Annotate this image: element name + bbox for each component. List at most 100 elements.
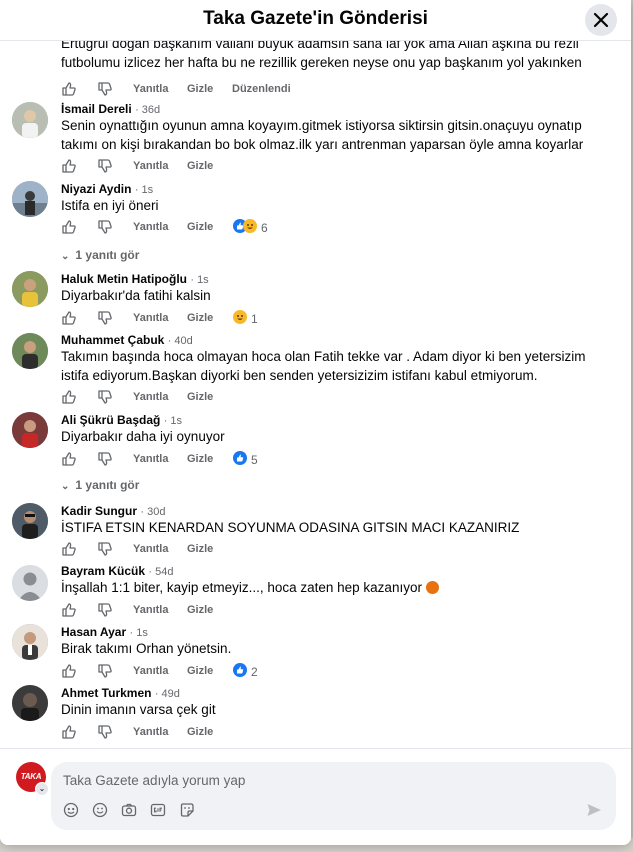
comment-author[interactable]: Haluk Metin Hatipoğlu · 1s: [61, 272, 209, 286]
like-icon[interactable]: [61, 389, 77, 405]
comment-author[interactable]: Ali Şükrü Başdağ · 1s: [61, 413, 182, 427]
reply-button[interactable]: Yanıtla: [133, 312, 168, 324]
like-reaction-icon: [233, 663, 247, 677]
sticker-icon[interactable]: [179, 802, 195, 818]
dislike-icon[interactable]: [97, 451, 113, 467]
chevron-down-icon[interactable]: ⌄: [35, 782, 49, 796]
author-name[interactable]: Bayram Kücük: [61, 564, 145, 578]
view-replies-button[interactable]: ⌄ 1 yanıtı gör: [61, 478, 139, 492]
hide-button[interactable]: Gizle: [187, 726, 213, 738]
reactions-count[interactable]: 1: [251, 312, 258, 326]
reply-button[interactable]: Yanıtla: [133, 726, 168, 738]
dislike-icon[interactable]: [97, 310, 113, 326]
comment-text: Dinin imanın varsa çek git: [61, 702, 216, 717]
comment-author[interactable]: Muhammet Çabuk · 40d: [61, 333, 193, 347]
comment-time[interactable]: · 36d: [135, 104, 160, 116]
like-icon[interactable]: [61, 81, 77, 97]
comment-text: İSTIFA ETSIN KENARDAN SOYUNMA ODASINA GI…: [61, 520, 520, 535]
author-name[interactable]: İsmail Dereli: [61, 102, 132, 116]
hide-button[interactable]: Gizle: [187, 221, 213, 233]
reply-button[interactable]: Yanıtla: [133, 221, 168, 233]
like-icon[interactable]: [61, 663, 77, 679]
dislike-icon[interactable]: [97, 389, 113, 405]
author-name[interactable]: Ahmet Turkmen: [61, 686, 151, 700]
reply-button[interactable]: Yanıtla: [133, 543, 168, 555]
gif-icon[interactable]: [150, 802, 166, 818]
camera-icon[interactable]: [121, 802, 137, 818]
avatar[interactable]: [12, 503, 48, 539]
reactions-count[interactable]: 5: [251, 453, 258, 467]
comment-author[interactable]: Bayram Kücük · 54d: [61, 564, 173, 578]
comment-time[interactable]: · 54d: [148, 566, 173, 578]
comment-time[interactable]: · 40d: [168, 335, 193, 347]
comment-time[interactable]: · 1s: [164, 415, 182, 427]
reactions-count[interactable]: 2: [251, 665, 258, 679]
reply-button[interactable]: Yanıtla: [133, 391, 168, 403]
reply-button[interactable]: Yanıtla: [133, 160, 168, 172]
hide-button[interactable]: Gizle: [187, 312, 213, 324]
comment-time[interactable]: · 1s: [190, 274, 208, 286]
comment-actions: Yanıtla Gizle: [61, 389, 461, 405]
hide-button[interactable]: Gizle: [187, 453, 213, 465]
dislike-icon[interactable]: [97, 219, 113, 235]
comment-actions: Yanıtla Gizle 1: [61, 310, 461, 326]
comment-author[interactable]: Hasan Ayar · 1s: [61, 625, 148, 639]
dislike-icon[interactable]: [97, 81, 113, 97]
author-name[interactable]: Hasan Ayar: [61, 625, 126, 639]
author-name[interactable]: Kadir Sungur: [61, 504, 137, 518]
emoji-icon[interactable]: [92, 802, 108, 818]
like-icon[interactable]: [61, 602, 77, 618]
avatar[interactable]: [12, 565, 48, 601]
close-button[interactable]: [585, 4, 617, 36]
comment-actions: Yanıtla Gizle Düzenlendi: [61, 81, 461, 97]
comment-time[interactable]: · 30d: [140, 506, 165, 518]
avatar[interactable]: [12, 271, 48, 307]
edited-label: Düzenlendi: [232, 83, 291, 95]
avatar[interactable]: [12, 412, 48, 448]
author-name[interactable]: Niyazi Aydin: [61, 182, 131, 196]
dislike-icon[interactable]: [97, 663, 113, 679]
comment-author[interactable]: Niyazi Aydin · 1s: [61, 182, 153, 196]
comment-author[interactable]: İsmail Dereli · 36d: [61, 102, 160, 116]
comment-time[interactable]: · 49d: [155, 688, 180, 700]
author-name[interactable]: Haluk Metin Hatipoğlu: [61, 272, 187, 286]
like-icon[interactable]: [61, 310, 77, 326]
comment-time[interactable]: · 1s: [130, 627, 148, 639]
comment-input[interactable]: [61, 768, 585, 792]
hide-button[interactable]: Gizle: [187, 391, 213, 403]
reactions-count[interactable]: 6: [261, 221, 268, 235]
avatar[interactable]: [12, 685, 48, 721]
comment-author[interactable]: Kadir Sungur · 30d: [61, 504, 165, 518]
view-replies-button[interactable]: ⌄ 1 yanıtı gör: [61, 248, 139, 262]
dislike-icon[interactable]: [97, 724, 113, 740]
reply-button[interactable]: Yanıtla: [133, 604, 168, 616]
hide-button[interactable]: Gizle: [187, 543, 213, 555]
like-icon[interactable]: [61, 158, 77, 174]
author-name[interactable]: Ali Şükrü Başdağ: [61, 413, 160, 427]
like-icon[interactable]: [61, 219, 77, 235]
dislike-icon[interactable]: [97, 158, 113, 174]
like-icon[interactable]: [61, 724, 77, 740]
hide-button[interactable]: Gizle: [187, 160, 213, 172]
reply-button[interactable]: Yanıtla: [133, 665, 168, 677]
hide-button[interactable]: Gizle: [187, 665, 213, 677]
comments-list[interactable]: Ertuğrul doğan başkanım vallahi büyük ad…: [0, 41, 631, 747]
avatar[interactable]: [12, 624, 48, 660]
author-name[interactable]: Muhammet Çabuk: [61, 333, 164, 347]
like-icon[interactable]: [61, 541, 77, 557]
avatar[interactable]: [12, 181, 48, 217]
comment-author[interactable]: Ahmet Turkmen · 49d: [61, 686, 180, 700]
reply-button[interactable]: Yanıtla: [133, 453, 168, 465]
send-icon[interactable]: [586, 802, 602, 818]
avatar[interactable]: [12, 333, 48, 369]
hide-button[interactable]: Gizle: [187, 83, 213, 95]
avatar[interactable]: [12, 102, 48, 138]
dislike-icon[interactable]: [97, 541, 113, 557]
reply-button[interactable]: Yanıtla: [133, 83, 168, 95]
dislike-icon[interactable]: [97, 602, 113, 618]
avatar-sticker-icon[interactable]: [63, 802, 79, 818]
like-icon[interactable]: [61, 451, 77, 467]
hide-button[interactable]: Gizle: [187, 604, 213, 616]
comment-text: Ertuğrul doğan başkanım vallahi büyük ad…: [61, 41, 582, 70]
comment-time[interactable]: · 1s: [135, 184, 153, 196]
